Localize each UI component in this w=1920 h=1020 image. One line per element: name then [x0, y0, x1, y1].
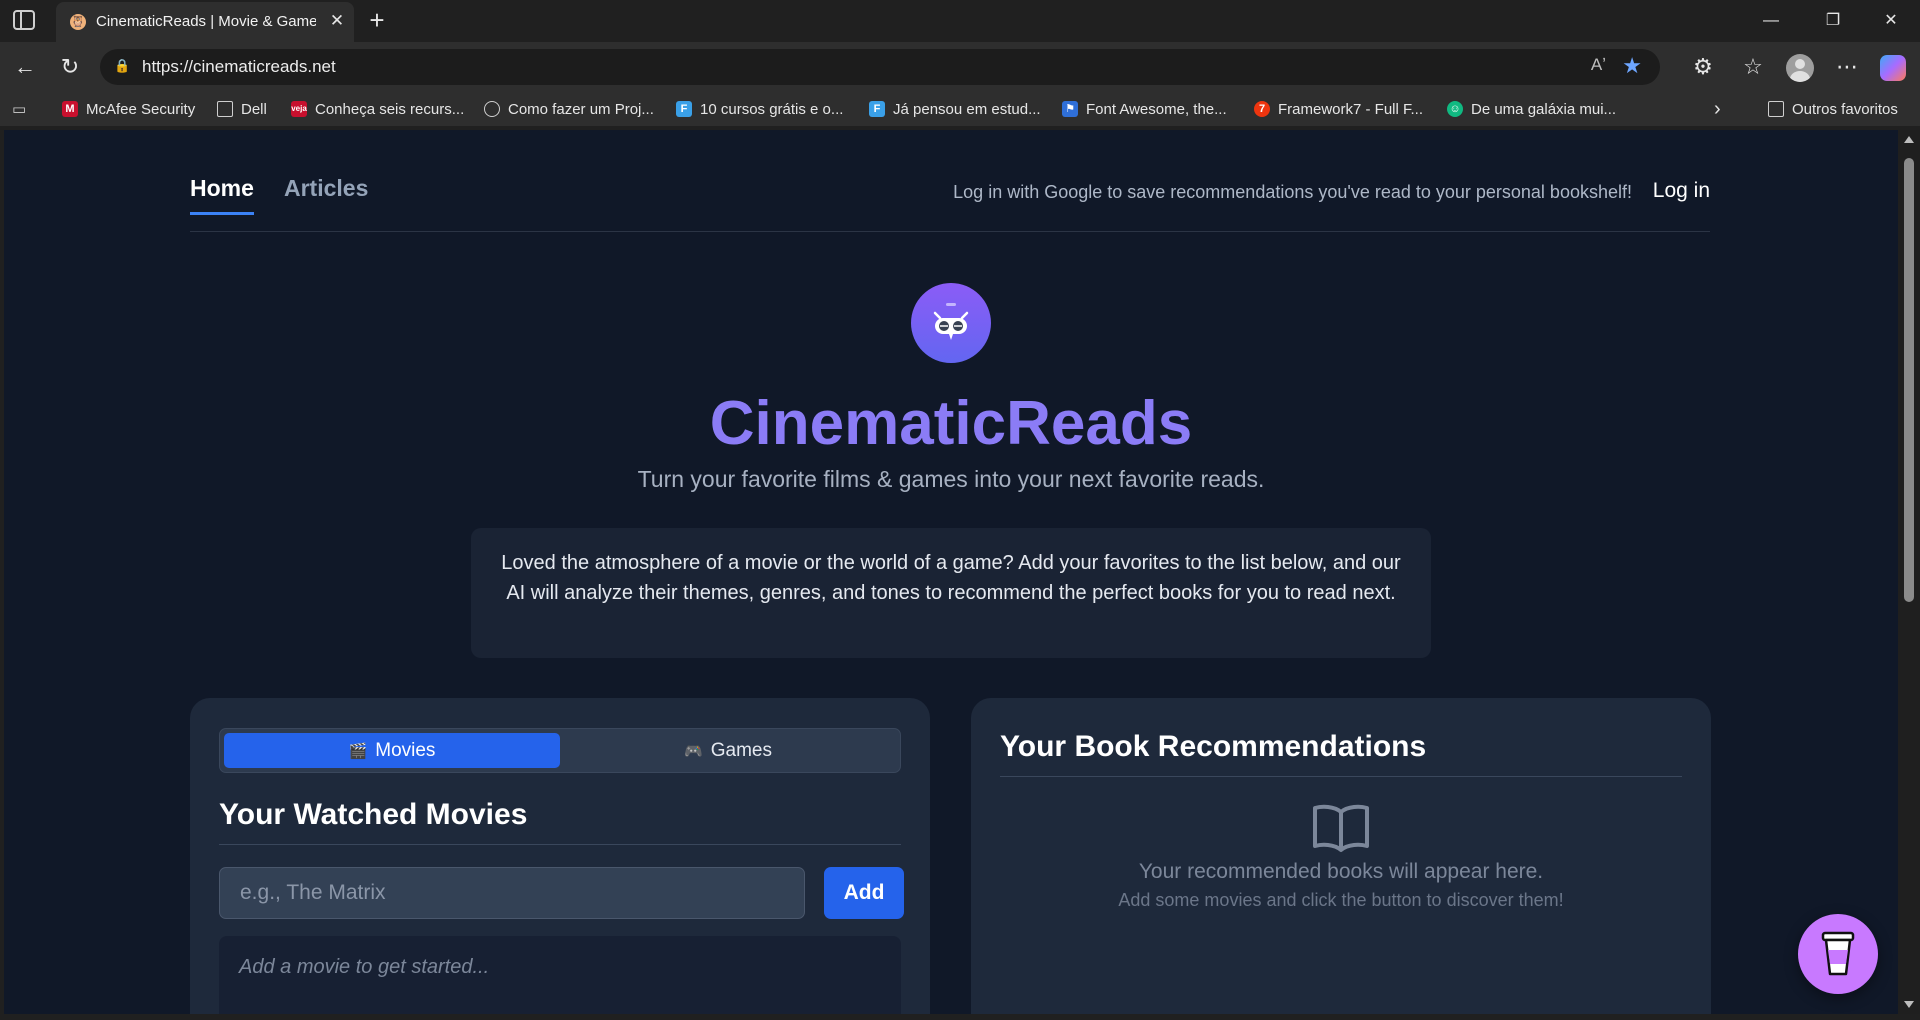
- site-info-icon[interactable]: 🔒: [114, 58, 130, 74]
- bookmark-mcafee[interactable]: M McAfee Security: [62, 92, 195, 126]
- bookmarks-bar: ▭ M McAfee Security Dell veja Conheça se…: [0, 92, 1920, 126]
- address-url[interactable]: https://cinematicreads.net: [142, 57, 336, 77]
- scrollbar-thumb[interactable]: [1904, 158, 1914, 602]
- tab-movies[interactable]: 🎬 Movies: [224, 733, 560, 768]
- bookmark-collections-icon[interactable]: ▭: [12, 92, 26, 126]
- extensions-icon[interactable]: ⚙: [1690, 54, 1716, 80]
- flag-icon: F: [676, 101, 692, 117]
- tab-close-icon[interactable]: ✕: [326, 10, 348, 32]
- bookmark-projeto[interactable]: Como fazer um Proj...: [484, 92, 654, 126]
- bookmark-framework7[interactable]: 7 Framework7 - Full F...: [1254, 92, 1423, 126]
- font-awesome-flag-icon: ⚑: [1062, 101, 1078, 117]
- owl-logo-icon: [911, 283, 991, 363]
- tab-title: CinematicReads | Movie & Game-: [96, 13, 316, 30]
- page-viewport: Home Articles Log in with Google to save…: [4, 130, 1898, 1014]
- nav-home-link[interactable]: Home: [190, 175, 254, 215]
- profile-avatar[interactable]: [1786, 54, 1814, 82]
- more-bookmarks-chevron-icon[interactable]: ›: [1714, 92, 1721, 126]
- gamepad-icon: 🎮: [684, 743, 703, 760]
- folder-icon: [217, 101, 233, 117]
- media-type-toggle: 🎬 Movies 🎮 Games: [219, 728, 901, 773]
- coffee-cup-icon: [1821, 931, 1855, 976]
- copilot-icon[interactable]: [1880, 55, 1906, 81]
- more-options-icon[interactable]: ⋯: [1834, 54, 1860, 80]
- flag-icon: F: [869, 101, 885, 117]
- buy-me-a-coffee-button[interactable]: [1798, 914, 1878, 994]
- tab-games[interactable]: 🎮 Games: [560, 733, 896, 768]
- back-icon[interactable]: ←: [12, 54, 38, 80]
- bookmark-veja[interactable]: veja Conheça seis recurs...: [291, 92, 464, 126]
- movie-search-input[interactable]: [219, 867, 805, 919]
- nav-articles-link[interactable]: Articles: [284, 175, 368, 202]
- restore-icon[interactable]: ❐: [1810, 6, 1856, 36]
- favorites-icon[interactable]: ☆: [1740, 54, 1766, 80]
- watched-card: 🎬Movies 🎮Games Your Watched Movies Add A…: [190, 698, 930, 1014]
- add-movie-button[interactable]: Add: [824, 867, 904, 919]
- address-bar[interactable]: 🔒 https://cinematicreads.net Aʼ ★: [100, 49, 1660, 85]
- bookmark-font-awesome[interactable]: ⚑ Font Awesome, the...: [1062, 92, 1227, 126]
- browser-tab[interactable]: 🦉 CinematicReads | Movie & Game- ✕: [56, 2, 354, 42]
- close-window-icon[interactable]: ✕: [1868, 6, 1914, 36]
- tab-actions-icon[interactable]: [13, 10, 35, 30]
- bookmark-galaxia[interactable]: ☺ De uma galáxia mui...: [1447, 92, 1616, 126]
- brand-title: CinematicReads: [709, 389, 1193, 458]
- bookmark-dell[interactable]: Dell: [217, 92, 267, 126]
- top-nav: Home Articles Log in with Google to save…: [190, 130, 1710, 232]
- veja-icon: veja: [291, 101, 307, 117]
- bookmark-cursos[interactable]: F 10 cursos grátis e o...: [676, 92, 843, 126]
- clapperboard-icon: 🎬: [348, 743, 368, 760]
- recommendations-hint: Add some movies and click the button to …: [1118, 890, 1564, 910]
- bookmark-estudar[interactable]: F Já pensou em estud...: [869, 92, 1041, 126]
- scroll-down-arrow-icon[interactable]: [1904, 1001, 1914, 1008]
- login-button[interactable]: Log in: [1653, 179, 1710, 203]
- folder-icon: [1768, 101, 1784, 117]
- mcafee-shield-icon: M: [62, 101, 78, 117]
- globe-icon: [484, 101, 500, 117]
- watched-heading: Your Watched Movies: [219, 798, 901, 845]
- robot-icon: ☺: [1447, 101, 1463, 117]
- scroll-up-arrow-icon[interactable]: [1904, 136, 1914, 143]
- intro-box: Loved the atmosphere of a movie or the w…: [471, 528, 1431, 658]
- watched-list-empty: Add a movie to get started...: [219, 936, 901, 1014]
- open-book-icon: [1312, 802, 1370, 859]
- recommendations-heading: Your Book Recommendations: [1000, 730, 1682, 777]
- read-aloud-icon[interactable]: Aʼ: [1591, 55, 1606, 75]
- framework7-icon: 7: [1254, 101, 1270, 117]
- reload-icon[interactable]: ↻: [57, 54, 83, 80]
- favorite-star-icon[interactable]: ★: [1622, 53, 1642, 79]
- browser-toolbar: ← ↻ 🔒 https://cinematicreads.net Aʼ ★ ⚙ …: [0, 42, 1920, 92]
- brand-subtitle: Turn your favorite films & games into yo…: [637, 466, 1265, 492]
- page-scrollbar[interactable]: [1898, 130, 1920, 1014]
- new-tab-icon[interactable]: +: [364, 6, 390, 34]
- recommendations-card: Your Book Recommendations Your recommend…: [971, 698, 1711, 1014]
- recommendations-empty: Your recommended books will appear here.: [1138, 860, 1544, 883]
- browser-titlebar: 🦉 CinematicReads | Movie & Game- ✕ + — ❐…: [0, 0, 1920, 42]
- owl-favicon-icon: 🦉: [70, 14, 86, 30]
- bookmark-other-favorites[interactable]: Outros favoritos: [1768, 92, 1898, 126]
- login-hint: Log in with Google to save recommendatio…: [953, 182, 1632, 202]
- minimize-icon[interactable]: —: [1748, 6, 1794, 36]
